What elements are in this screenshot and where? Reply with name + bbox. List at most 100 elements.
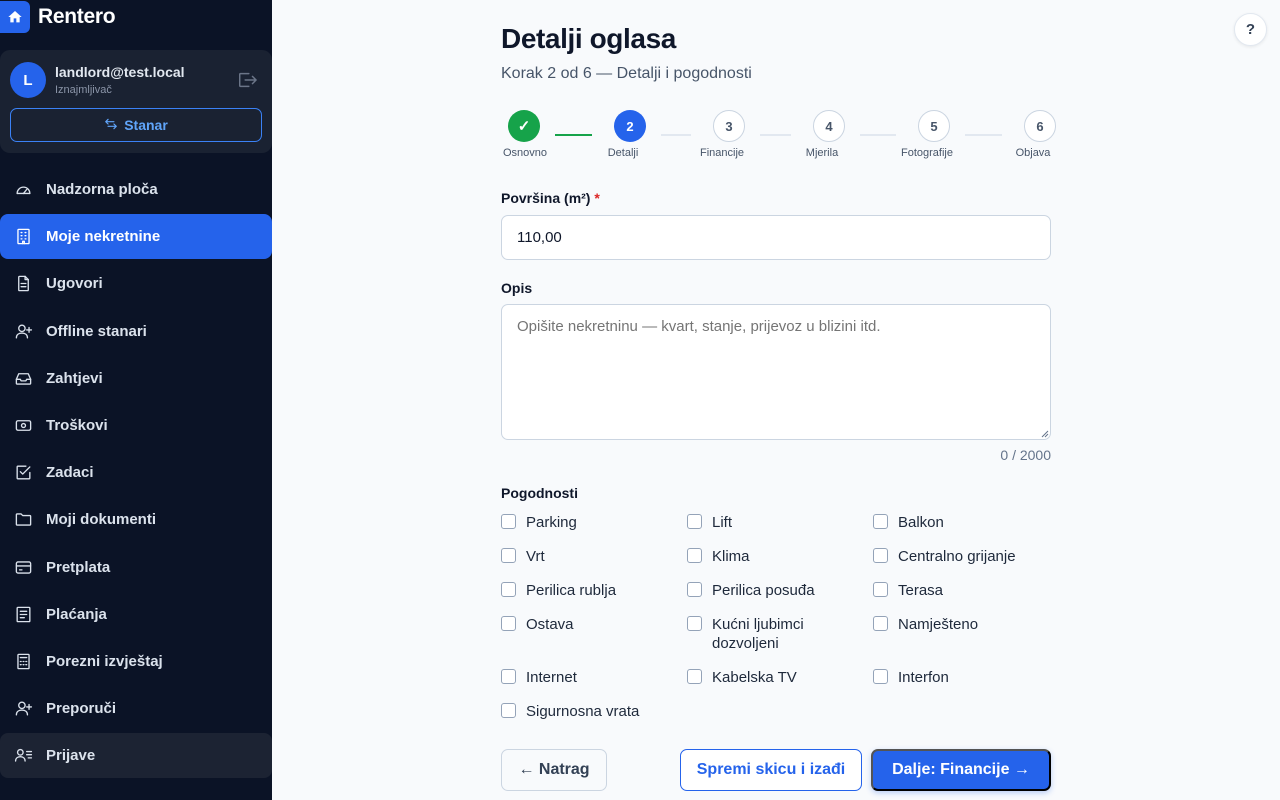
amenity-interfon[interactable]: Interfon bbox=[873, 668, 1043, 687]
amenity-checkbox[interactable] bbox=[873, 616, 888, 631]
sidebar-item-label: Moje nekretnine bbox=[46, 228, 161, 246]
amenity-checkbox[interactable] bbox=[687, 582, 702, 597]
step-5-label: Fotografije bbox=[901, 147, 953, 159]
help-button[interactable]: ? bbox=[1234, 13, 1267, 46]
page-subtitle: Korak 2 od 6 — Detalji i pogodnosti bbox=[501, 65, 752, 82]
amenity-checkbox[interactable] bbox=[873, 548, 888, 563]
amenity-checkbox[interactable] bbox=[501, 669, 516, 684]
building-icon bbox=[13, 227, 33, 247]
amenity-checkbox[interactable] bbox=[687, 669, 702, 684]
sidebar-item-pretplata[interactable]: Pretplata bbox=[0, 545, 272, 590]
amenity-label: Parking bbox=[526, 514, 577, 531]
step-5-circle: 5 bbox=[918, 110, 950, 142]
logout-icon[interactable] bbox=[236, 70, 258, 90]
description-textarea[interactable] bbox=[501, 304, 1051, 440]
amenity-terasa[interactable]: Terasa bbox=[873, 581, 1043, 600]
amenity-internet[interactable]: Internet bbox=[501, 668, 671, 687]
amenity-balkon[interactable]: Balkon bbox=[873, 513, 1043, 532]
step-4-label: Mjerila bbox=[805, 147, 839, 159]
step-connector bbox=[661, 134, 691, 136]
sidebar-item-tro-kovi[interactable]: Troškovi bbox=[0, 403, 272, 448]
user-list-icon bbox=[13, 746, 33, 766]
avatar: L bbox=[10, 62, 46, 98]
amenity-perilica-rublja[interactable]: Perilica rublja bbox=[501, 581, 671, 600]
amenity-lift[interactable]: Lift bbox=[687, 513, 857, 532]
sidebar-item-label: Pretplata bbox=[46, 558, 111, 576]
sidebar-item-prijave[interactable]: Prijave bbox=[0, 733, 272, 779]
document-icon bbox=[13, 274, 33, 294]
user-email: landlord@test.local bbox=[55, 64, 185, 80]
step-2-label: Detalji bbox=[607, 147, 639, 159]
sidebar-item-moje-nekretnine[interactable]: Moje nekretnine bbox=[0, 214, 272, 260]
back-button[interactable]: ← Natrag bbox=[501, 749, 607, 791]
sidebar-item-nadzorna-plo-a[interactable]: Nadzorna ploča bbox=[0, 167, 272, 212]
sidebar-item-zadaci[interactable]: Zadaci bbox=[0, 450, 272, 495]
step-3-circle: 3 bbox=[713, 110, 745, 142]
user-plus-icon bbox=[13, 321, 33, 341]
sidebar-item-label: Moji dokumenti bbox=[46, 511, 156, 529]
description-label: Opis bbox=[501, 280, 533, 296]
step-connector bbox=[860, 134, 896, 136]
sidebar-nav: Nadzorna ploča Moje nekretnine Ugovori Offl… bbox=[0, 167, 272, 780]
amenity-sigurnosna-vrata[interactable]: Sigurnosna vrata bbox=[501, 702, 671, 721]
sidebar-item-pla-anja[interactable]: Plaćanja bbox=[0, 592, 272, 637]
page-title: Detalji oglasa bbox=[501, 23, 676, 54]
amenity-label: Terasa bbox=[898, 582, 944, 599]
amenity-vrt[interactable]: Vrt bbox=[501, 547, 671, 566]
sidebar-item-label: Preporuči bbox=[46, 700, 117, 718]
user-card: L landlord@test.local Iznajmljivač Stana… bbox=[0, 50, 272, 153]
amenity-namje-teno[interactable]: Namješteno bbox=[873, 615, 1043, 634]
brand[interactable]: Rentero bbox=[0, 0, 116, 34]
sidebar: Rentero L landlord@test.local Iznajmljiv… bbox=[0, 0, 272, 800]
sidebar-item-preporu-i[interactable]: Preporuči bbox=[0, 686, 272, 731]
amenity-label: Internet bbox=[526, 669, 577, 686]
sidebar-item-label: Zadaci bbox=[46, 464, 94, 482]
amenity-checkbox[interactable] bbox=[687, 616, 702, 631]
amenity-checkbox[interactable] bbox=[501, 514, 516, 529]
resize-grip-icon[interactable] bbox=[1040, 429, 1049, 438]
sidebar-item-porezni-izvje-taj[interactable]: Porezni izvještaj bbox=[0, 639, 272, 684]
user-plus-icon bbox=[13, 699, 33, 719]
amenity-klima[interactable]: Klima bbox=[687, 547, 857, 566]
sidebar-item-label: Ugovori bbox=[46, 275, 103, 293]
amenities-label: Pogodnosti bbox=[501, 485, 578, 501]
amenity-checkbox[interactable] bbox=[873, 514, 888, 529]
amenity-centralno-grijanje[interactable]: Centralno grijanje bbox=[873, 547, 1043, 566]
amenity-kabelska-tv[interactable]: Kabelska TV bbox=[687, 668, 857, 687]
amenity-perilica-posu-a[interactable]: Perilica posuđa bbox=[687, 581, 857, 600]
swap-icon bbox=[104, 117, 118, 134]
sidebar-item-ugovori[interactable]: Ugovori bbox=[0, 261, 272, 306]
amenity-label: Namješteno bbox=[898, 616, 979, 633]
amenity-ostava[interactable]: Ostava bbox=[501, 615, 671, 634]
amenity-checkbox[interactable] bbox=[501, 703, 516, 718]
amenity-checkbox[interactable] bbox=[873, 669, 888, 684]
area-input[interactable]: 110,00 bbox=[501, 215, 1051, 260]
char-counter: 0 / 2000 bbox=[1000, 447, 1051, 463]
amenity-checkbox[interactable] bbox=[687, 548, 702, 563]
required-mark: * bbox=[594, 190, 600, 206]
sidebar-item-label: Offline stanari bbox=[46, 322, 147, 340]
amenity-checkbox[interactable] bbox=[873, 582, 888, 597]
amenity-checkbox[interactable] bbox=[501, 582, 516, 597]
save-draft-button[interactable]: Spremi skicu i izađi bbox=[680, 749, 862, 791]
sidebar-item-offline-stanari[interactable]: Offline stanari bbox=[0, 309, 272, 354]
sidebar-item-label: Plaćanja bbox=[46, 605, 107, 623]
area-label: Površina (m²) * bbox=[501, 190, 600, 206]
amenity-ku-ni-ljubimci-dozvoljeni[interactable]: Kućni ljubimci dozvoljeni bbox=[687, 615, 857, 653]
sidebar-item-zahtjevi[interactable]: Zahtjevi bbox=[0, 356, 272, 401]
step-1-circle[interactable]: ✓ bbox=[508, 110, 540, 142]
area-label-text: Površina (m²) bbox=[501, 190, 591, 206]
step-connector bbox=[555, 134, 592, 136]
step-connector bbox=[760, 134, 791, 136]
amenity-checkbox[interactable] bbox=[501, 548, 516, 563]
step-4-circle: 4 bbox=[813, 110, 845, 142]
amenity-parking[interactable]: Parking bbox=[501, 513, 671, 532]
sidebar-item-moji-dokumenti[interactable]: Moji dokumenti bbox=[0, 497, 272, 542]
switch-role-button[interactable]: Stanar bbox=[10, 108, 262, 142]
amenity-checkbox[interactable] bbox=[687, 514, 702, 529]
amenity-label: Interfon bbox=[898, 669, 949, 686]
amenity-label: Kućni ljubimci dozvoljeni bbox=[712, 616, 804, 652]
receipt-icon bbox=[13, 604, 33, 624]
amenity-checkbox[interactable] bbox=[501, 616, 516, 631]
next-button[interactable]: Dalje: Financije → bbox=[871, 749, 1051, 791]
